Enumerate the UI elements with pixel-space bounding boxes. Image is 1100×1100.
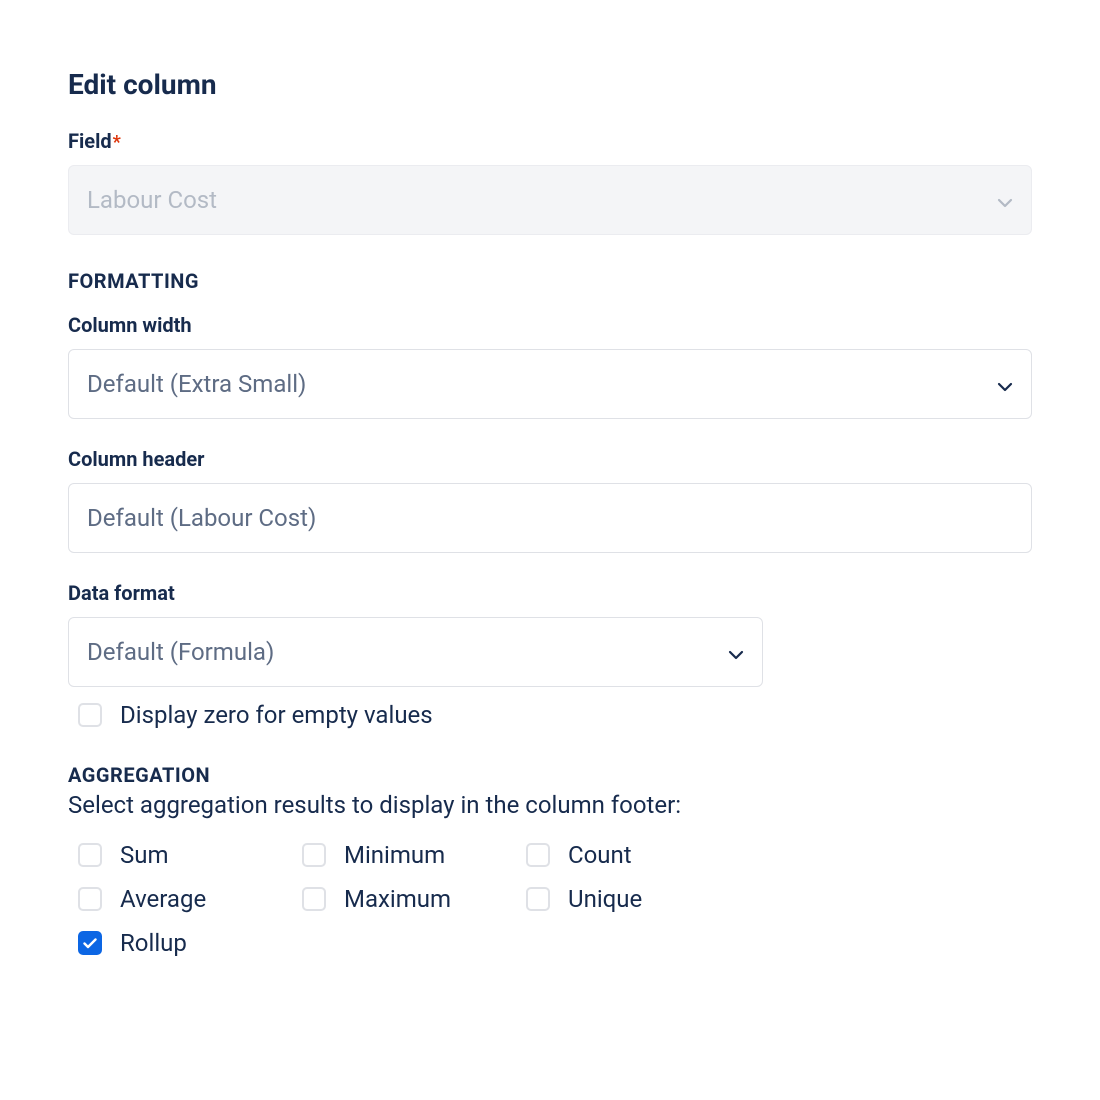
column-width-label: Column width [68, 313, 192, 337]
agg-item-minimum: Minimum [302, 841, 526, 869]
display-zero-label[interactable]: Display zero for empty values [120, 701, 433, 729]
chevron-down-icon [997, 186, 1013, 214]
data-format-label: Data format [68, 581, 175, 605]
field-label: Field [68, 129, 112, 153]
required-indicator: * [113, 132, 121, 153]
agg-item-average: Average [78, 885, 302, 913]
average-checkbox[interactable] [78, 887, 102, 911]
field-group-field: Field* Labour Cost [68, 129, 1032, 235]
agg-item-maximum: Maximum [302, 885, 526, 913]
agg-item-rollup: Rollup [78, 929, 302, 957]
agg-item-count: Count [526, 841, 750, 869]
sum-label[interactable]: Sum [120, 841, 169, 869]
unique-checkbox[interactable] [526, 887, 550, 911]
column-header-label: Column header [68, 447, 204, 471]
field-group-data-format: Data format Default (Formula) Display ze… [68, 581, 1032, 729]
minimum-label[interactable]: Minimum [344, 841, 445, 869]
display-zero-row: Display zero for empty values [68, 701, 1032, 729]
count-checkbox[interactable] [526, 843, 550, 867]
maximum-label[interactable]: Maximum [344, 885, 451, 913]
page-title: Edit column [68, 68, 1032, 101]
data-format-value: Default (Formula) [87, 638, 274, 666]
field-group-column-width: Column width Default (Extra Small) [68, 313, 1032, 419]
formatting-heading: FORMATTING [68, 269, 1032, 293]
rollup-label[interactable]: Rollup [120, 929, 187, 957]
data-format-select[interactable]: Default (Formula) [68, 617, 763, 687]
aggregation-grid: Sum Minimum Count Average Maximum Unique [68, 841, 1032, 957]
maximum-checkbox[interactable] [302, 887, 326, 911]
agg-item-sum: Sum [78, 841, 302, 869]
aggregation-heading: AGGREGATION [68, 763, 1032, 787]
field-select: Labour Cost [68, 165, 1032, 235]
chevron-down-icon [728, 638, 744, 666]
field-select-value: Labour Cost [87, 186, 217, 214]
average-label[interactable]: Average [120, 885, 206, 913]
aggregation-description: Select aggregation results to display in… [68, 791, 1032, 819]
count-label[interactable]: Count [568, 841, 632, 869]
column-width-select[interactable]: Default (Extra Small) [68, 349, 1032, 419]
sum-checkbox[interactable] [78, 843, 102, 867]
unique-label[interactable]: Unique [568, 885, 642, 913]
chevron-down-icon [997, 370, 1013, 398]
rollup-checkbox[interactable] [78, 931, 102, 955]
agg-item-unique: Unique [526, 885, 750, 913]
column-header-input[interactable] [68, 483, 1032, 553]
field-group-column-header: Column header [68, 447, 1032, 553]
display-zero-checkbox[interactable] [78, 703, 102, 727]
column-width-value: Default (Extra Small) [87, 370, 306, 398]
minimum-checkbox[interactable] [302, 843, 326, 867]
